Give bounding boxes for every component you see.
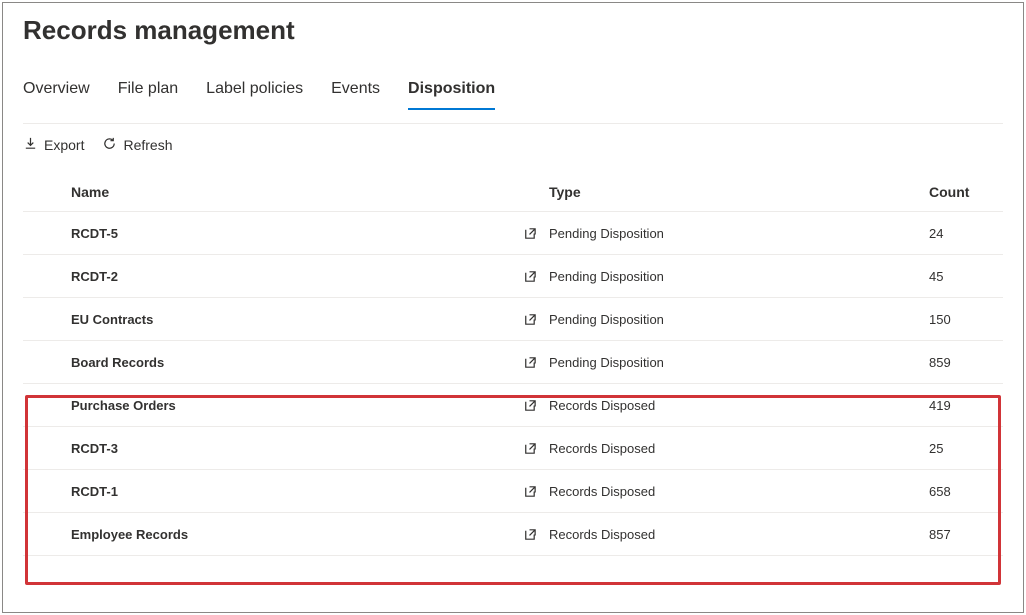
cell-type: Pending Disposition <box>549 269 809 284</box>
open-in-new-icon[interactable] <box>509 484 549 499</box>
tab-overview[interactable]: Overview <box>23 74 90 110</box>
cell-count: 857 <box>809 527 997 542</box>
open-in-new-icon[interactable] <box>509 355 549 370</box>
app-frame: Records management Overview File plan Labe… <box>2 2 1024 613</box>
table-row[interactable]: EU Contracts Pending Disposition150 <box>23 298 1003 341</box>
cell-count: 24 <box>809 226 997 241</box>
tab-file-plan[interactable]: File plan <box>118 74 178 110</box>
download-icon <box>23 136 38 154</box>
cell-count: 419 <box>809 398 997 413</box>
table-row[interactable]: Employee Records Records Disposed857 <box>23 513 1003 556</box>
cell-count: 150 <box>809 312 997 327</box>
cell-name: RCDT-3 <box>29 441 509 456</box>
cell-type: Records Disposed <box>549 441 809 456</box>
cell-count: 859 <box>809 355 997 370</box>
column-header-name[interactable]: Name <box>29 184 509 200</box>
tab-disposition[interactable]: Disposition <box>408 74 495 110</box>
cell-name: Employee Records <box>29 527 509 542</box>
table-row[interactable]: Board Records Pending Disposition859 <box>23 341 1003 384</box>
tab-events[interactable]: Events <box>331 74 380 110</box>
cell-name: EU Contracts <box>29 312 509 327</box>
cell-count: 658 <box>809 484 997 499</box>
cell-type: Records Disposed <box>549 398 809 413</box>
cell-type: Pending Disposition <box>549 355 809 370</box>
divider <box>23 123 1003 124</box>
tabs-bar: Overview File plan Label policies Events Dis… <box>23 74 1003 111</box>
cell-name: RCDT-5 <box>29 226 509 241</box>
export-button[interactable]: Export <box>23 134 84 156</box>
table-header-row: Name Type Count <box>23 172 1003 212</box>
cell-type: Pending Disposition <box>549 226 809 241</box>
cell-type: Records Disposed <box>549 527 809 542</box>
cell-name: Board Records <box>29 355 509 370</box>
table-row[interactable]: RCDT-1 Records Disposed658 <box>23 470 1003 513</box>
open-in-new-icon[interactable] <box>509 269 549 284</box>
export-label: Export <box>44 137 84 153</box>
disposition-table: Name Type Count RCDT-5 Pending Dispositio… <box>23 172 1003 556</box>
open-in-new-icon[interactable] <box>509 226 549 241</box>
table-row[interactable]: Purchase Orders Records Disposed419 <box>23 384 1003 427</box>
cell-name: RCDT-2 <box>29 269 509 284</box>
cell-count: 45 <box>809 269 997 284</box>
page-title: Records management <box>23 15 1003 46</box>
toolbar: Export Refresh <box>23 134 1003 156</box>
refresh-label: Refresh <box>123 137 172 153</box>
open-in-new-icon[interactable] <box>509 398 549 413</box>
table-row[interactable]: RCDT-5 Pending Disposition24 <box>23 212 1003 255</box>
refresh-icon <box>102 136 117 154</box>
table-row[interactable]: RCDT-2 Pending Disposition45 <box>23 255 1003 298</box>
open-in-new-icon[interactable] <box>509 312 549 327</box>
open-in-new-icon[interactable] <box>509 441 549 456</box>
cell-name: Purchase Orders <box>29 398 509 413</box>
refresh-button[interactable]: Refresh <box>102 134 172 156</box>
table-row[interactable]: RCDT-3 Records Disposed25 <box>23 427 1003 470</box>
column-header-count[interactable]: Count <box>809 184 997 200</box>
cell-count: 25 <box>809 441 997 456</box>
cell-type: Records Disposed <box>549 484 809 499</box>
cell-name: RCDT-1 <box>29 484 509 499</box>
tab-label-policies[interactable]: Label policies <box>206 74 303 110</box>
cell-type: Pending Disposition <box>549 312 809 327</box>
open-in-new-icon[interactable] <box>509 527 549 542</box>
column-header-type[interactable]: Type <box>549 184 809 200</box>
